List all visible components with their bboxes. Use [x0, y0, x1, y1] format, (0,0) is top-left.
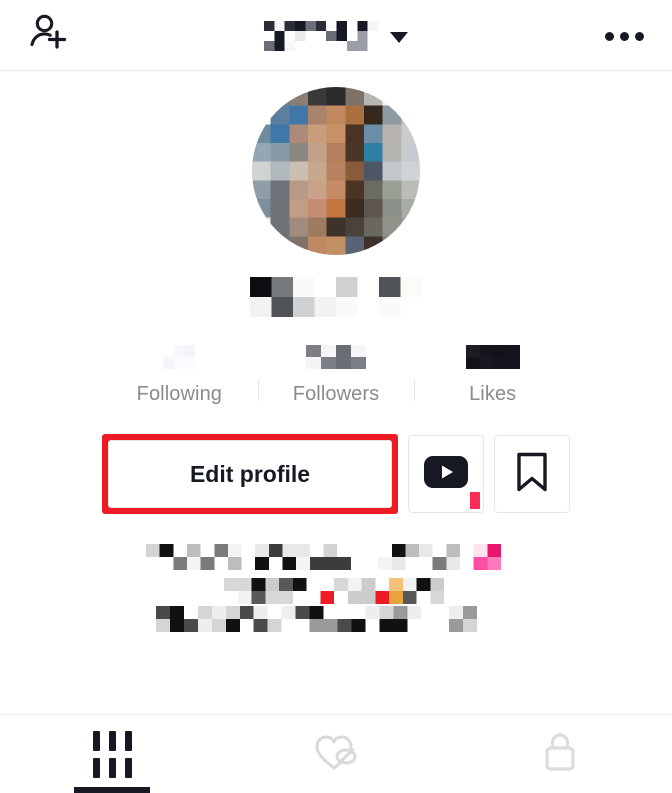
likes-label: Likes — [469, 383, 517, 405]
stat-following[interactable]: Following — [101, 345, 258, 406]
avatar[interactable] — [252, 87, 420, 255]
top-header — [0, 0, 672, 71]
header-title-redacted — [264, 21, 378, 51]
following-label: Following — [136, 383, 223, 405]
profile-bio[interactable] — [136, 536, 536, 632]
profile-section: Following Followers Likes Edit profile — [0, 71, 672, 632]
following-count-redacted — [163, 345, 196, 369]
avatar-image-redacted — [252, 87, 420, 255]
stats-row: Following Followers Likes — [101, 345, 571, 406]
bio-line-2-redacted — [224, 578, 444, 604]
likes-count-redacted — [465, 345, 520, 369]
more-options-button[interactable] — [598, 10, 650, 62]
bio-line-1-redacted — [146, 544, 501, 570]
three-dots-icon — [604, 31, 614, 41]
lock-icon — [540, 729, 580, 780]
active-tab-underline — [74, 787, 150, 793]
stat-likes[interactable]: Likes — [414, 345, 571, 406]
tab-private[interactable] — [448, 715, 672, 793]
tab-posts[interactable] — [0, 715, 224, 793]
bio-line-3-redacted — [156, 606, 491, 632]
followers-label: Followers — [292, 383, 380, 405]
edit-profile-highlight: Edit profile — [102, 434, 398, 514]
profile-handle-redacted — [250, 277, 422, 317]
youtube-play-icon — [424, 455, 468, 493]
username-dropdown[interactable] — [0, 14, 672, 58]
stat-followers[interactable]: Followers — [257, 345, 415, 406]
three-dots-icon-3 — [634, 31, 644, 41]
heart-hidden-icon — [312, 730, 360, 779]
bookmark-button[interactable] — [494, 435, 570, 513]
youtube-button[interactable] — [408, 435, 484, 513]
profile-tab-bar — [0, 714, 672, 793]
tab-liked[interactable] — [224, 715, 448, 793]
grid-icon — [92, 730, 132, 778]
chevron-down-icon — [390, 31, 408, 43]
edit-profile-button[interactable]: Edit profile — [108, 440, 392, 508]
followers-count-redacted — [306, 345, 366, 369]
three-dots-icon-2 — [619, 31, 629, 41]
bookmark-icon — [514, 451, 550, 498]
action-row: Edit profile — [102, 434, 570, 514]
youtube-notification-badge — [470, 492, 480, 509]
